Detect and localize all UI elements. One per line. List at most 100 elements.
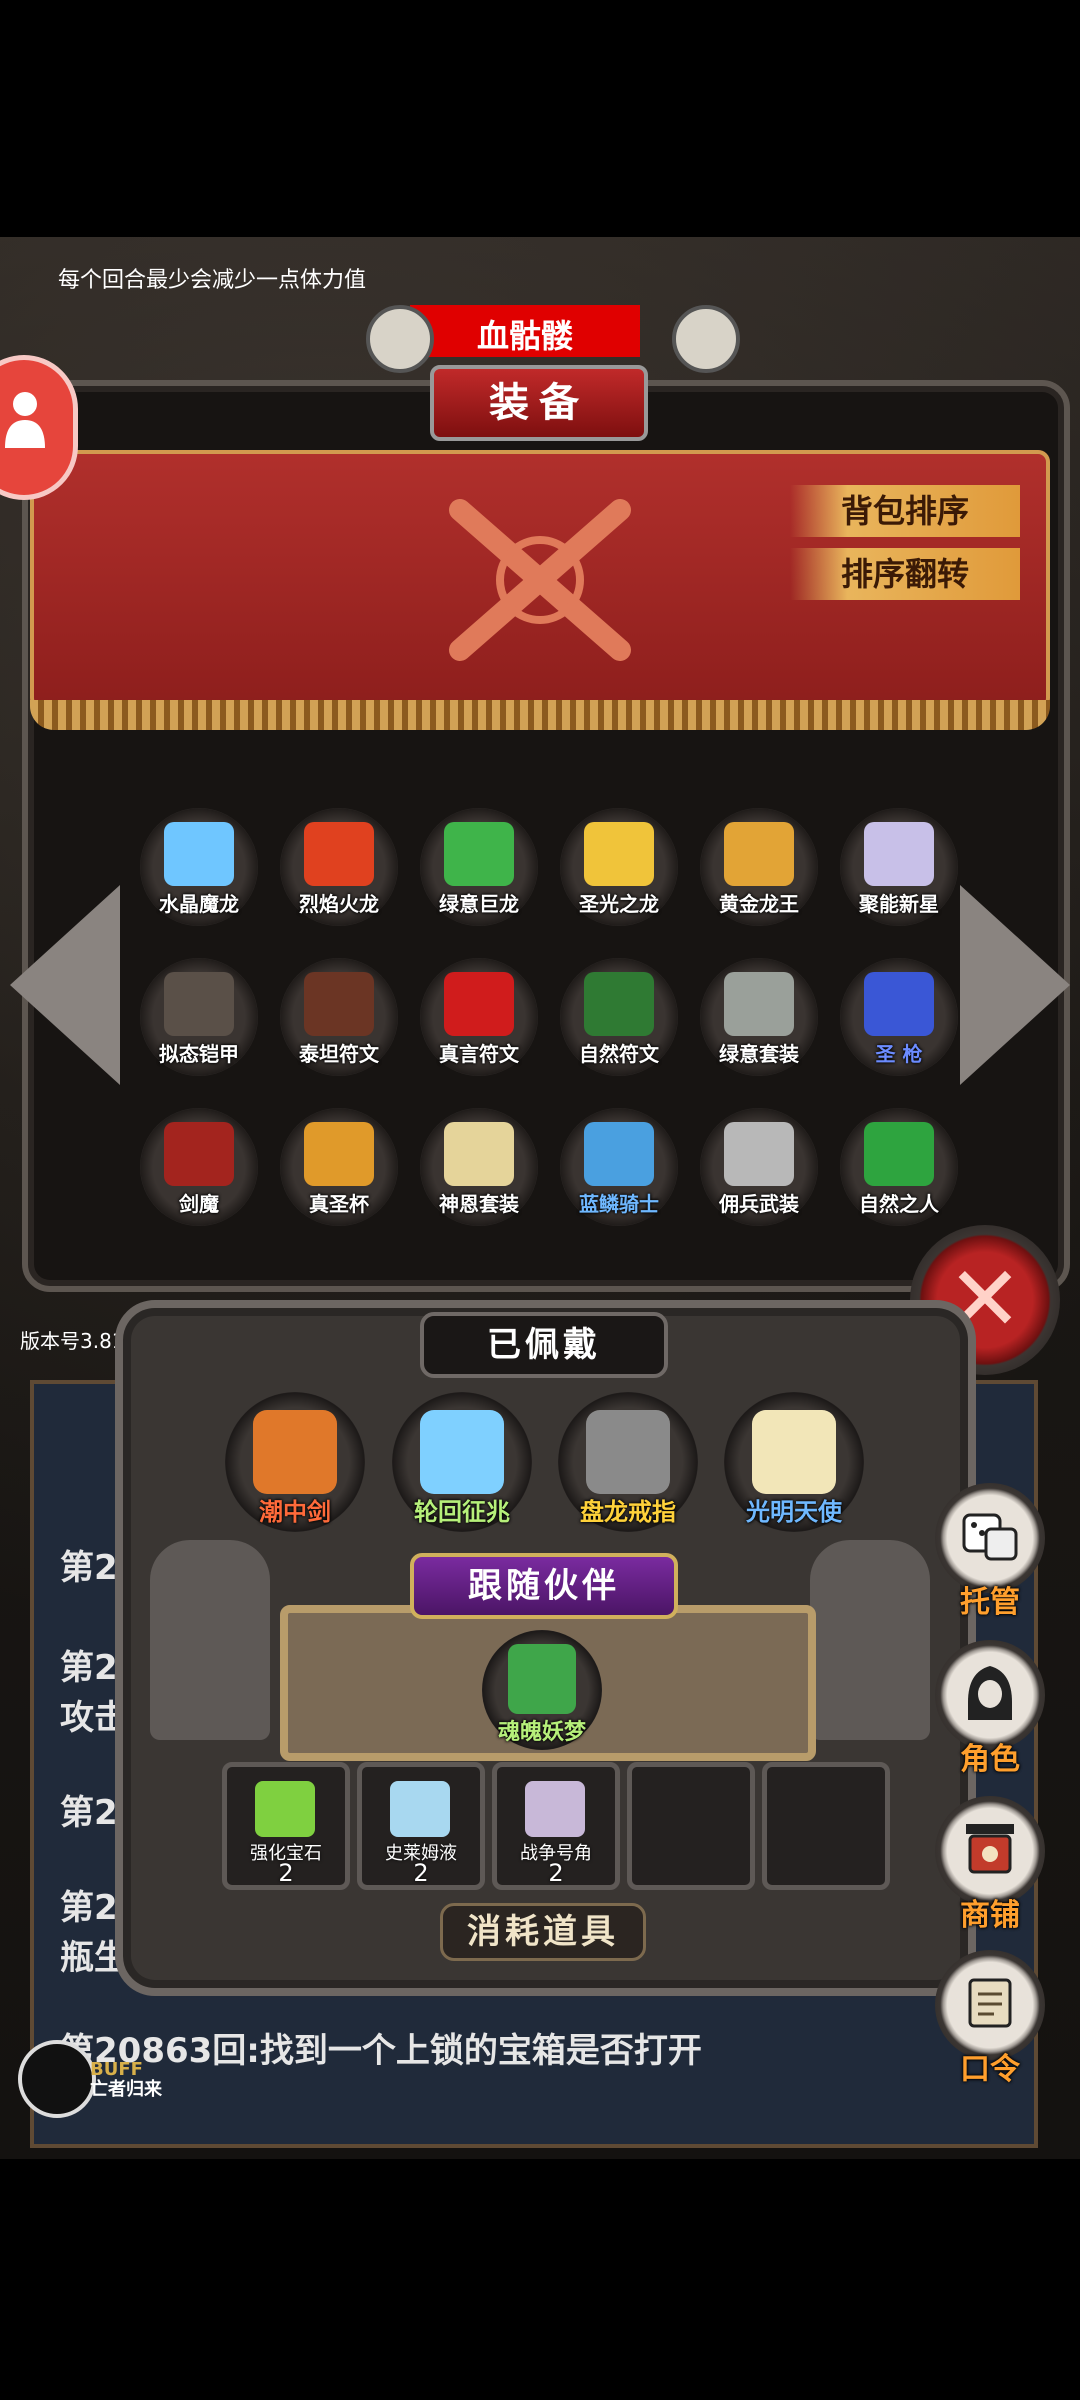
tide-sword-icon <box>253 1410 337 1494</box>
consumable-count: 2 <box>413 1859 429 1887</box>
buff-name: 亡者归来 <box>90 2079 162 2100</box>
inventory-item-label: 自然之人 <box>859 1192 939 1216</box>
inventory-item[interactable]: 圣 枪 <box>840 958 958 1076</box>
buff-status: BUFF 亡者归来 <box>90 2060 162 2100</box>
consumable-slot[interactable]: 史莱姆液 2 <box>357 1762 485 1890</box>
avatar-button[interactable] <box>0 355 78 500</box>
inventory-item[interactable]: 拟态铠甲 <box>140 958 258 1076</box>
inventory-item-label: 佣兵武装 <box>719 1192 799 1216</box>
inventory-item[interactable]: 真圣杯 <box>280 1108 398 1226</box>
truth-rune-icon <box>444 972 514 1036</box>
worn-item[interactable]: 光明天使 <box>724 1392 864 1532</box>
inventory-item[interactable]: 圣光之龙 <box>560 808 678 926</box>
equipment-title: 装备 <box>430 365 648 441</box>
inventory-item-label: 自然符文 <box>579 1042 659 1066</box>
mimic-armor-icon <box>164 972 234 1036</box>
consumable-slot-empty[interactable] <box>762 1762 890 1890</box>
inventory-item-label: 泰坦符文 <box>299 1042 379 1066</box>
inventory-item[interactable]: 自然之人 <box>840 1108 958 1226</box>
consumable-count: 2 <box>278 1859 294 1887</box>
gargoyle-statue <box>150 1540 270 1740</box>
inventory-item[interactable]: 聚能新星 <box>840 808 958 926</box>
version-label: 版本号3.81 <box>20 1329 125 1353</box>
inventory-item-label: 水晶魔龙 <box>159 892 239 916</box>
crystal-dragon-icon <box>164 822 234 886</box>
slime-potion-icon <box>390 1781 450 1837</box>
sword-demon-icon <box>164 1122 234 1186</box>
inventory-item-label: 绿意巨龙 <box>439 892 519 916</box>
war-horn-icon <box>525 1781 585 1837</box>
user-icon <box>5 392 45 448</box>
consumables-title: 消耗道具 <box>440 1903 646 1961</box>
companion-slot[interactable]: 魂魄妖梦 <box>482 1630 602 1750</box>
worn-item-label: 盘龙戒指 <box>580 1498 676 1526</box>
light-angel-icon <box>752 1410 836 1494</box>
inventory-item[interactable]: 神恩套装 <box>420 1108 538 1226</box>
holy-spear-icon <box>864 972 934 1036</box>
inventory-item-label: 剑魔 <box>179 1192 219 1216</box>
passcode-button[interactable]: 口令 <box>935 1950 1045 2087</box>
hooded-character-icon <box>968 1666 1012 1720</box>
next-page-arrow[interactable] <box>960 885 1070 1085</box>
prev-page-arrow[interactable] <box>10 885 120 1085</box>
shop-label: 商铺 <box>960 1898 1020 1933</box>
skull-buff-icon[interactable] <box>18 2040 96 2118</box>
sort-backpack-button[interactable]: 背包排序 <box>790 485 1020 537</box>
blue-knight-icon <box>584 1122 654 1186</box>
inventory-item[interactable]: 水晶魔龙 <box>140 808 258 926</box>
inventory-item-label: 神恩套装 <box>439 1192 519 1216</box>
inventory-item-label: 黄金龙王 <box>719 892 799 916</box>
mercenary-armor-icon <box>724 1122 794 1186</box>
inventory-item[interactable]: 蓝鳞骑士 <box>560 1108 678 1226</box>
consumable-slot-empty[interactable] <box>627 1762 755 1890</box>
shop-sign-icon <box>966 1824 1014 1874</box>
green-dragon-icon <box>444 822 514 886</box>
worn-title: 已佩戴 <box>420 1312 668 1378</box>
buff-label: BUFF <box>90 2059 143 2080</box>
character-button[interactable]: 角色 <box>935 1640 1045 1777</box>
inventory-item-label: 蓝鳞骑士 <box>579 1192 659 1216</box>
reverse-sort-button[interactable]: 排序翻转 <box>790 548 1020 600</box>
status-tip: 每个回合最少会减少一点体力值 <box>58 268 367 293</box>
consumable-slot[interactable]: 强化宝石 2 <box>222 1762 350 1890</box>
crossed-swords-emblem <box>449 499 631 661</box>
nature-rune-icon <box>584 972 654 1036</box>
reincarnation-staff-icon <box>420 1410 504 1494</box>
inventory-item-label: 圣光之龙 <box>579 892 659 916</box>
inventory-item-label: 圣 枪 <box>875 1042 923 1066</box>
inventory-item[interactable]: 绿意套装 <box>700 958 818 1076</box>
auto-play-button[interactable]: 托管 <box>935 1483 1045 1620</box>
inventory-item-label: 真圣杯 <box>309 1192 369 1216</box>
inventory-item[interactable]: 绿意巨龙 <box>420 808 538 926</box>
worn-item-label: 潮中剑 <box>259 1498 331 1526</box>
companion-title: 跟随伙伴 <box>410 1553 678 1619</box>
log-line: 第2 <box>60 1548 118 1588</box>
consumable-count: 2 <box>548 1859 564 1887</box>
dice-icon <box>962 1513 1018 1561</box>
inventory-item[interactable]: 黄金龙王 <box>700 808 818 926</box>
inventory-item[interactable]: 自然符文 <box>560 958 678 1076</box>
inventory-item-label: 绿意套装 <box>719 1042 799 1066</box>
inventory-item[interactable]: 泰坦符文 <box>280 958 398 1076</box>
worn-item[interactable]: 盘龙戒指 <box>558 1392 698 1532</box>
worn-item[interactable]: 潮中剑 <box>225 1392 365 1532</box>
skull-ornament-icon <box>672 305 740 373</box>
consumable-slot[interactable]: 战争号角 2 <box>492 1762 620 1890</box>
inventory-item[interactable]: 剑魔 <box>140 1108 258 1226</box>
inventory-item[interactable]: 真言符文 <box>420 958 538 1076</box>
gold-dragon-king-icon <box>724 822 794 886</box>
passcode-label: 口令 <box>960 2052 1020 2087</box>
banner-fringe <box>30 700 1050 730</box>
shop-button[interactable]: 商铺 <box>935 1796 1045 1933</box>
inventory-item[interactable]: 烈焰火龙 <box>280 808 398 926</box>
worn-item[interactable]: 轮回征兆 <box>392 1392 532 1532</box>
companion-name: 魂魄妖梦 <box>497 1720 586 1745</box>
green-set-icon <box>724 972 794 1036</box>
fire-dragon-icon <box>304 822 374 886</box>
holy-grail-icon <box>304 1122 374 1186</box>
dragon-ring-icon <box>586 1410 670 1494</box>
inventory-item[interactable]: 佣兵武装 <box>700 1108 818 1226</box>
scroll-icon <box>968 1978 1012 2028</box>
log-line: 第2 <box>60 1888 118 1928</box>
inventory-item-label: 真言符文 <box>439 1042 519 1066</box>
